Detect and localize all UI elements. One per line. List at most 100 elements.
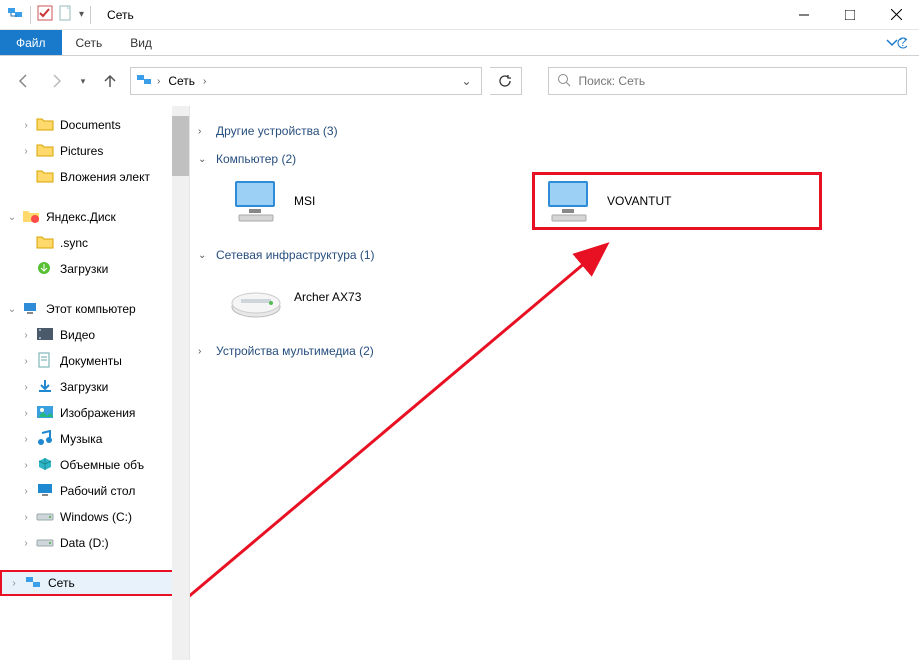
tree-item-label: Загрузки [60, 380, 108, 394]
chevron-down-icon[interactable]: ⌄ [198, 154, 212, 165]
chevron-right-icon[interactable]: › [18, 460, 34, 471]
images-icon [36, 404, 54, 423]
group-header[interactable]: ⌄Сетевая инфраструктура (1) [198, 246, 915, 264]
tree-item[interactable]: ⌄Этот компьютер [0, 296, 189, 322]
ribbon-tabs: Файл Сеть Вид ? [0, 30, 919, 56]
tree-item[interactable]: › Видео [0, 322, 189, 348]
address-bar[interactable]: › Сеть › ⌄ [130, 67, 482, 95]
tree-item-label: Рабочий стол [60, 484, 135, 498]
chevron-right-icon[interactable]: › [18, 538, 34, 549]
chevron-right-icon: › [203, 76, 206, 87]
dl2-icon [36, 378, 54, 397]
chevron-down-icon[interactable]: ⌄ [4, 212, 20, 223]
music-icon [36, 430, 54, 449]
close-button[interactable] [873, 0, 919, 30]
tree-item[interactable]: ›Изображения [0, 400, 189, 426]
content-pane[interactable]: › Другие устройства (3) ⌄Компьютер (2) MSI V… [190, 106, 919, 660]
item-name: VOVANTUT [607, 194, 671, 208]
back-button[interactable] [12, 69, 36, 93]
network-item[interactable]: Archer AX73 [222, 268, 512, 326]
forward-button[interactable] [44, 69, 68, 93]
navigation-tree[interactable]: › Documents ›Pictures Вложения элект ⌄Яндекс… [0, 106, 190, 660]
tree-item[interactable]: › Документы [0, 348, 189, 374]
title-bar: ▾ Сеть [0, 0, 919, 30]
chevron-right-icon[interactable]: › [6, 578, 22, 589]
tree-item-label: Музыка [60, 432, 102, 446]
tree-item[interactable]: › Музыка [0, 426, 189, 452]
chevron-down-icon[interactable]: ⌄ [4, 304, 20, 315]
group-header[interactable]: › Устройства мультимедиа (2) [198, 342, 915, 360]
address-dropdown-icon[interactable]: ⌄ [457, 74, 477, 88]
chevron-right-icon[interactable]: › [198, 346, 212, 357]
chevron-right-icon[interactable]: › [18, 146, 34, 157]
item-name: MSI [294, 194, 315, 208]
group-label: Устройства мультимедиа (2) [216, 344, 374, 358]
tree-item-label: Data (D:) [60, 536, 109, 550]
tree-item[interactable]: › Рабочий стол [0, 478, 189, 504]
chevron-right-icon[interactable]: › [18, 486, 34, 497]
qat-dropdown-icon[interactable]: ▾ [79, 9, 84, 20]
tree-item-label: Сеть [48, 576, 75, 590]
network-item[interactable]: VOVANTUT [532, 172, 822, 230]
tree-item-label: Видео [60, 328, 95, 342]
tree-item-label: Вложения элект [60, 170, 150, 184]
maximize-button[interactable] [827, 0, 873, 30]
refresh-button[interactable] [490, 67, 522, 95]
chevron-right-icon[interactable]: › [18, 330, 34, 341]
tree-item[interactable]: Загрузки [0, 256, 189, 282]
checkbox-icon[interactable] [37, 5, 53, 24]
chevron-right-icon[interactable]: › [18, 356, 34, 367]
tab-network[interactable]: Сеть [62, 30, 117, 55]
chevron-right-icon[interactable]: › [18, 382, 34, 393]
tree-item-label: Документы [60, 354, 122, 368]
folder-icon [36, 142, 54, 161]
navigation-row: ▾ › Сеть › ⌄ Поиск: Сеть [0, 56, 919, 106]
network-item[interactable]: MSI [222, 172, 512, 230]
tree-item[interactable]: Вложения элект [0, 164, 189, 190]
chevron-right-icon[interactable]: › [18, 434, 34, 445]
pc-icon [22, 300, 40, 319]
chevron-right-icon[interactable]: › [198, 126, 212, 137]
tree-item[interactable]: .sync [0, 230, 189, 256]
chevron-right-icon[interactable]: › [18, 512, 34, 523]
tree-item[interactable]: ›Pictures [0, 138, 189, 164]
tree-item[interactable]: › Windows (C:) [0, 504, 189, 530]
chevron-down-icon[interactable]: ⌄ [198, 250, 212, 261]
up-button[interactable] [98, 69, 122, 93]
recent-dropdown-icon[interactable]: ▾ [76, 69, 90, 93]
item-name: Archer AX73 [294, 290, 361, 304]
video-icon [36, 326, 54, 345]
drive-icon [36, 534, 54, 553]
group-header[interactable]: ⌄Компьютер (2) [198, 150, 915, 168]
scrollbar[interactable] [172, 106, 189, 660]
tab-view[interactable]: Вид [116, 30, 166, 55]
minimize-button[interactable] [781, 0, 827, 30]
docs-icon [36, 352, 54, 371]
tree-item[interactable]: › Загрузки [0, 374, 189, 400]
tree-item[interactable]: › Documents [0, 112, 189, 138]
tree-item[interactable]: › Сеть [0, 570, 189, 596]
desktop-icon [36, 482, 54, 501]
tree-item-label: Documents [60, 118, 121, 132]
scrollbar-thumb[interactable] [172, 116, 189, 176]
breadcrumb-item[interactable]: Сеть [164, 72, 199, 90]
chevron-right-icon[interactable]: › [18, 408, 34, 419]
group-label: Другие устройства (3) [216, 124, 338, 138]
window-title: Сеть [107, 8, 134, 22]
search-placeholder: Поиск: Сеть [579, 74, 646, 88]
ribbon-collapse[interactable]: ? [873, 30, 919, 55]
yadisk-icon [22, 208, 40, 227]
tree-item[interactable]: › Data (D:) [0, 530, 189, 556]
chevron-right-icon[interactable]: › [18, 120, 34, 131]
3d-icon [36, 456, 54, 475]
tree-item[interactable]: ›Объемные объ [0, 452, 189, 478]
computer-icon [541, 175, 597, 227]
group-header[interactable]: › Другие устройства (3) [198, 122, 915, 140]
file-tab[interactable]: Файл [0, 30, 62, 55]
tree-item[interactable]: ⌄Яндекс.Диск [0, 204, 189, 230]
folder-icon [36, 116, 54, 135]
search-input[interactable]: Поиск: Сеть [548, 67, 908, 95]
tree-item-label: Windows (C:) [60, 510, 132, 524]
network-icon [6, 4, 24, 25]
document-icon[interactable] [59, 5, 73, 24]
